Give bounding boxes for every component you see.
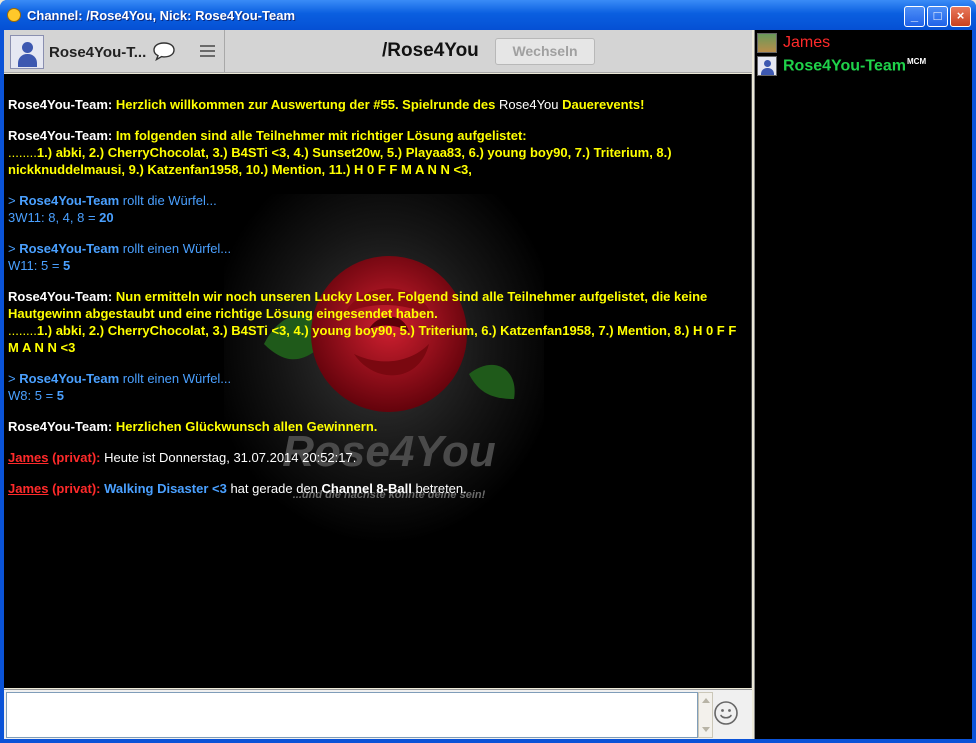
message-segment: ........ bbox=[8, 323, 37, 338]
avatar-body-shape bbox=[761, 68, 774, 75]
input-scrollbar[interactable] bbox=[698, 692, 713, 738]
message-segment: Herzlich willkommen zur Auswertung der #… bbox=[115, 97, 499, 112]
avatar-head-shape bbox=[22, 42, 33, 53]
message-segment: 1.) abki, 2.) CherryChocolat, 3.) B4STi … bbox=[8, 145, 672, 177]
channel-name: /Rose4You bbox=[382, 40, 479, 61]
user-list: James Rose4You-TeamMCM bbox=[754, 30, 972, 739]
message-segment: Herzlichen Glückwunsch allen Gewinnern. bbox=[115, 419, 378, 434]
user-name: James bbox=[783, 34, 831, 51]
chat-message: Rose4You-Team: Nun ermitteln wir noch un… bbox=[8, 288, 748, 356]
input-area bbox=[4, 689, 752, 739]
message-segment: > bbox=[8, 241, 20, 256]
message-segment: ........ bbox=[8, 145, 37, 160]
user-badge: MCM bbox=[907, 57, 927, 66]
message-segment: Rose4You-Team bbox=[19, 371, 120, 386]
user-avatar-thumb bbox=[757, 56, 777, 76]
chat-message: Rose4You-Team: Herzlich willkommen zur A… bbox=[8, 96, 748, 113]
user-name-text: Rose4You-Team bbox=[783, 57, 906, 75]
menu-icon-bar bbox=[200, 50, 215, 52]
message-segment: 1.) abki, 2.) CherryChocolat, 3.) B4STi … bbox=[8, 323, 737, 355]
user-avatar[interactable] bbox=[10, 35, 44, 69]
speech-bubble-icon[interactable] bbox=[152, 41, 176, 61]
message-list: Rose4You-Team: Herzlich willkommen zur A… bbox=[8, 96, 748, 511]
message-segment: hat gerade den bbox=[226, 481, 322, 496]
message-segment: Rose4You-Team: bbox=[8, 289, 116, 304]
message-segment: Dauerevents! bbox=[558, 97, 645, 112]
message-segment: 5 bbox=[63, 258, 71, 273]
message-segment: Rose4You-Team: bbox=[8, 128, 116, 143]
switch-channel-button[interactable]: Wechseln bbox=[495, 38, 595, 65]
message-segment: (privat): bbox=[48, 481, 105, 496]
chat-message: > Rose4You-Team rollt die Würfel... 3W11:… bbox=[8, 192, 748, 226]
header-divider bbox=[224, 30, 225, 73]
menu-icon-bar bbox=[200, 55, 215, 57]
message-segment: Channel 8-Ball bbox=[321, 481, 412, 496]
maximize-button[interactable]: □ bbox=[927, 6, 948, 27]
message-segment: > bbox=[8, 193, 20, 208]
user-list-item[interactable]: Rose4You-TeamMCM bbox=[757, 55, 971, 77]
minimize-button[interactable]: _ bbox=[904, 6, 925, 27]
chat-message: > Rose4You-Team rollt einen Würfel... W8:… bbox=[8, 370, 748, 404]
message-segment: Rose4You-Team: bbox=[8, 97, 116, 112]
menu-icon-bar bbox=[200, 45, 215, 47]
chat-message: Rose4You-Team: Im folgenden sind alle Te… bbox=[8, 127, 748, 178]
avatar-body-shape bbox=[18, 54, 37, 67]
message-segment: Heute ist Donnerstag, 31.07.2014 20:52:1… bbox=[104, 450, 357, 465]
client-area: Rose4You-T... /Rose4You Wechseln Rose4Yo… bbox=[4, 30, 972, 739]
app-icon bbox=[7, 8, 21, 22]
message-segment: rollt einen Würfel... bbox=[119, 241, 232, 256]
message-segment: Rose4You-Team: bbox=[8, 419, 116, 434]
chat-area[interactable]: Rose4You ...und die nächste könnte deine… bbox=[4, 74, 752, 688]
message-segment: W11: 5 = bbox=[8, 258, 64, 273]
message-input[interactable] bbox=[6, 692, 698, 738]
message-segment: 3W11: 8, 4, 8 = bbox=[8, 210, 100, 225]
user-avatar-thumb bbox=[757, 33, 777, 53]
message-segment[interactable]: James bbox=[8, 450, 48, 465]
title-bar[interactable]: Channel: /Rose4You, Nick: Rose4You-Team … bbox=[0, 0, 976, 30]
message-segment: Walking Disaster <3 bbox=[104, 481, 227, 496]
scroll-up-icon[interactable] bbox=[702, 698, 710, 703]
window-title: Channel: /Rose4You, Nick: Rose4You-Team bbox=[27, 8, 295, 23]
message-segment: Rose4You-Team bbox=[19, 241, 120, 256]
message-segment: betreten. bbox=[411, 481, 467, 496]
message-segment[interactable]: James bbox=[8, 481, 48, 496]
message-segment: Rose4You bbox=[499, 97, 559, 112]
message-segment: rollt die Würfel... bbox=[119, 193, 217, 208]
scroll-down-icon[interactable] bbox=[702, 727, 710, 732]
chat-message: James (privat): Heute ist Donnerstag, 31… bbox=[8, 449, 748, 466]
chat-message: > Rose4You-Team rollt einen Würfel... W11… bbox=[8, 240, 748, 274]
menu-icon[interactable] bbox=[200, 45, 215, 58]
chat-header: Rose4You-T... /Rose4You Wechseln bbox=[4, 30, 752, 73]
nick-label[interactable]: Rose4You-T... bbox=[49, 44, 146, 61]
close-button[interactable]: × bbox=[950, 6, 971, 27]
app-window: Channel: /Rose4You, Nick: Rose4You-Team … bbox=[0, 0, 976, 743]
message-segment: (privat): bbox=[48, 450, 105, 465]
smiley-icon[interactable] bbox=[713, 700, 739, 726]
message-segment: > bbox=[8, 371, 20, 386]
user-name: Rose4You-TeamMCM bbox=[783, 57, 926, 75]
message-segment: rollt einen Würfel... bbox=[119, 371, 232, 386]
user-list-item[interactable]: James bbox=[757, 32, 971, 54]
message-segment: Rose4You-Team bbox=[19, 193, 120, 208]
message-segment: 20 bbox=[99, 210, 114, 225]
message-segment: W8: 5 = bbox=[8, 388, 57, 403]
message-segment: Im folgenden sind alle Teilnehmer mit ri… bbox=[115, 128, 527, 143]
chat-message: Rose4You-Team: Herzlichen Glückwunsch al… bbox=[8, 418, 748, 435]
chat-message: James (privat): Walking Disaster <3 hat … bbox=[8, 480, 748, 497]
message-segment: 5 bbox=[56, 388, 65, 403]
avatar-head-shape bbox=[764, 60, 771, 67]
